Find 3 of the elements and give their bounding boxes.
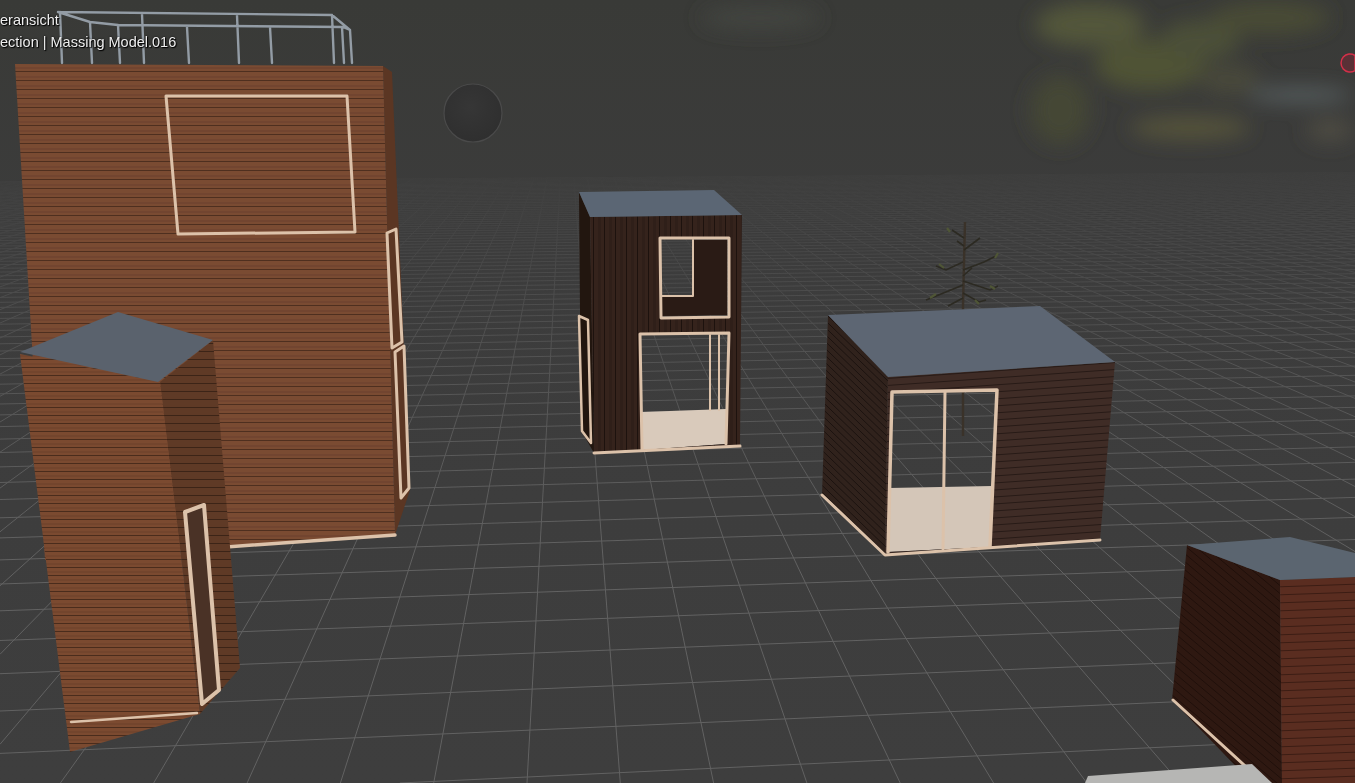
ring-marker-icon — [1340, 53, 1355, 73]
disc-drawing — [443, 83, 503, 143]
view-name-label: eransicht — [0, 11, 59, 30]
